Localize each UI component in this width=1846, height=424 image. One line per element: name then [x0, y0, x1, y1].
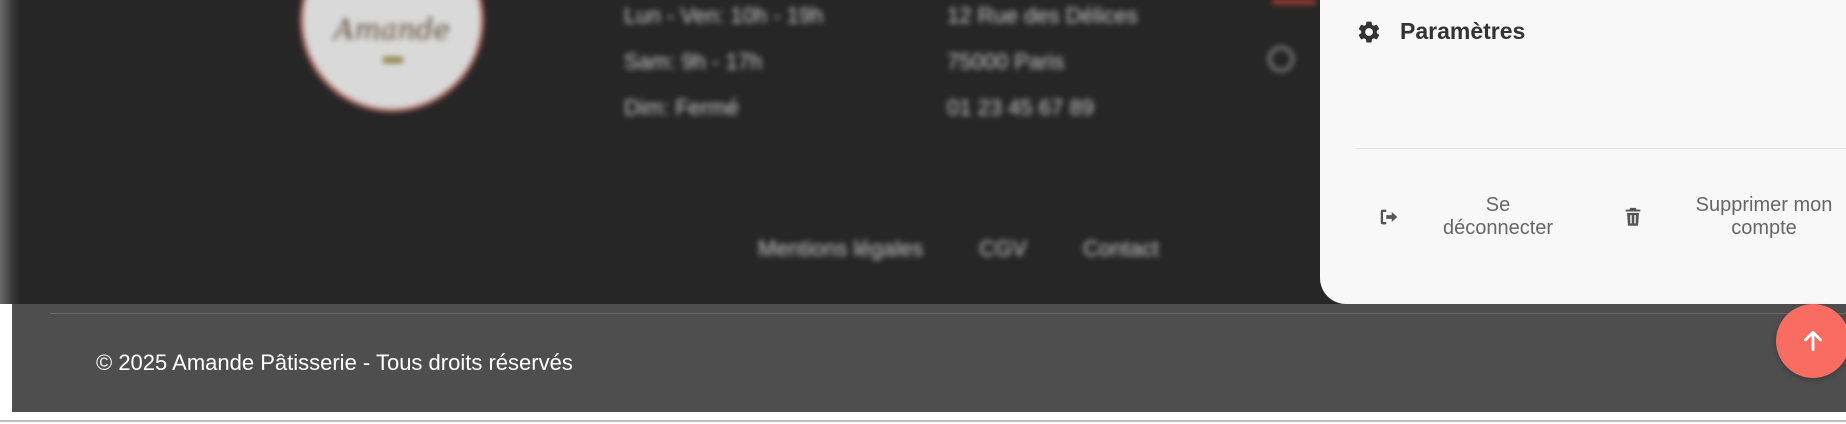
- copyright-bar: © 2025 Amande Pâtisserie - Tous droits r…: [12, 304, 1846, 412]
- hours-line: Lun - Ven: 10h - 19h: [624, 3, 824, 28]
- logout-button[interactable]: Se déconnecter: [1378, 194, 1568, 240]
- footer-links: Mentions légales CGV Contact: [758, 236, 1209, 262]
- accent-underline: [1272, 0, 1316, 4]
- hours-line: Dim: Fermé: [624, 95, 739, 120]
- hours-line: Sam: 9h - 17h: [624, 49, 763, 74]
- footer-divider: [50, 313, 1846, 314]
- opening-hours: Lun - Ven: 10h - 19h Sam: 9h - 17h Dim: …: [624, 0, 823, 138]
- bottom-rule: [0, 420, 1846, 422]
- address-line: 12 Rue des Délices: [947, 3, 1138, 28]
- address-line: 01 23 45 67 89: [947, 95, 1094, 120]
- footer-link-contact: Contact: [1083, 236, 1159, 261]
- logout-label: Se déconnecter: [1442, 194, 1554, 239]
- social-icon: [1268, 46, 1294, 72]
- page-edge-shadow: [0, 0, 20, 304]
- footer-link-legal: Mentions légales: [758, 236, 924, 261]
- copyright-text: © 2025 Amande Pâtisserie - Tous droits r…: [96, 350, 573, 375]
- shop-address: 12 Rue des Délices 75000 Paris 01 23 45 …: [947, 0, 1138, 138]
- settings-label: Paramètres: [1400, 18, 1526, 44]
- settings-menu-item[interactable]: Paramètres: [1356, 18, 1525, 45]
- arrow-up-icon: [1804, 330, 1822, 352]
- shop-logo: Amande: [300, 0, 484, 112]
- trash-icon: [1625, 207, 1641, 226]
- address-line: 75000 Paris: [947, 49, 1065, 74]
- logo-ornament: [383, 57, 403, 63]
- scroll-to-top-button[interactable]: [1776, 304, 1846, 378]
- gear-icon: [1358, 21, 1380, 42]
- account-menu-panel: Paramètres Se déconnecter Supprimer mon …: [1320, 0, 1846, 304]
- delete-account-button[interactable]: Supprimer mon compte: [1622, 194, 1844, 240]
- delete-account-label: Supprimer mon compte: [1695, 194, 1833, 239]
- menu-divider: [1356, 148, 1846, 149]
- sign-out-icon: [1380, 209, 1398, 225]
- shop-logo-text: Amande: [334, 13, 450, 46]
- footer-link-cgv: CGV: [979, 236, 1027, 261]
